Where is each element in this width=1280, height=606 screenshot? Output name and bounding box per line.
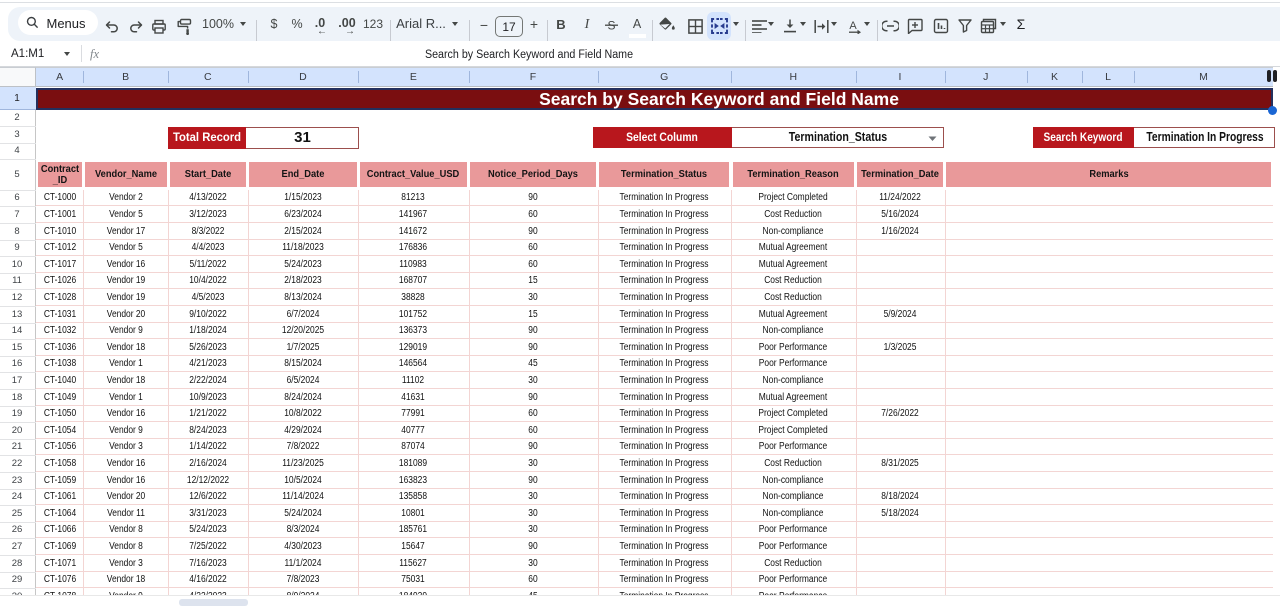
svg-text:A: A	[849, 20, 857, 32]
